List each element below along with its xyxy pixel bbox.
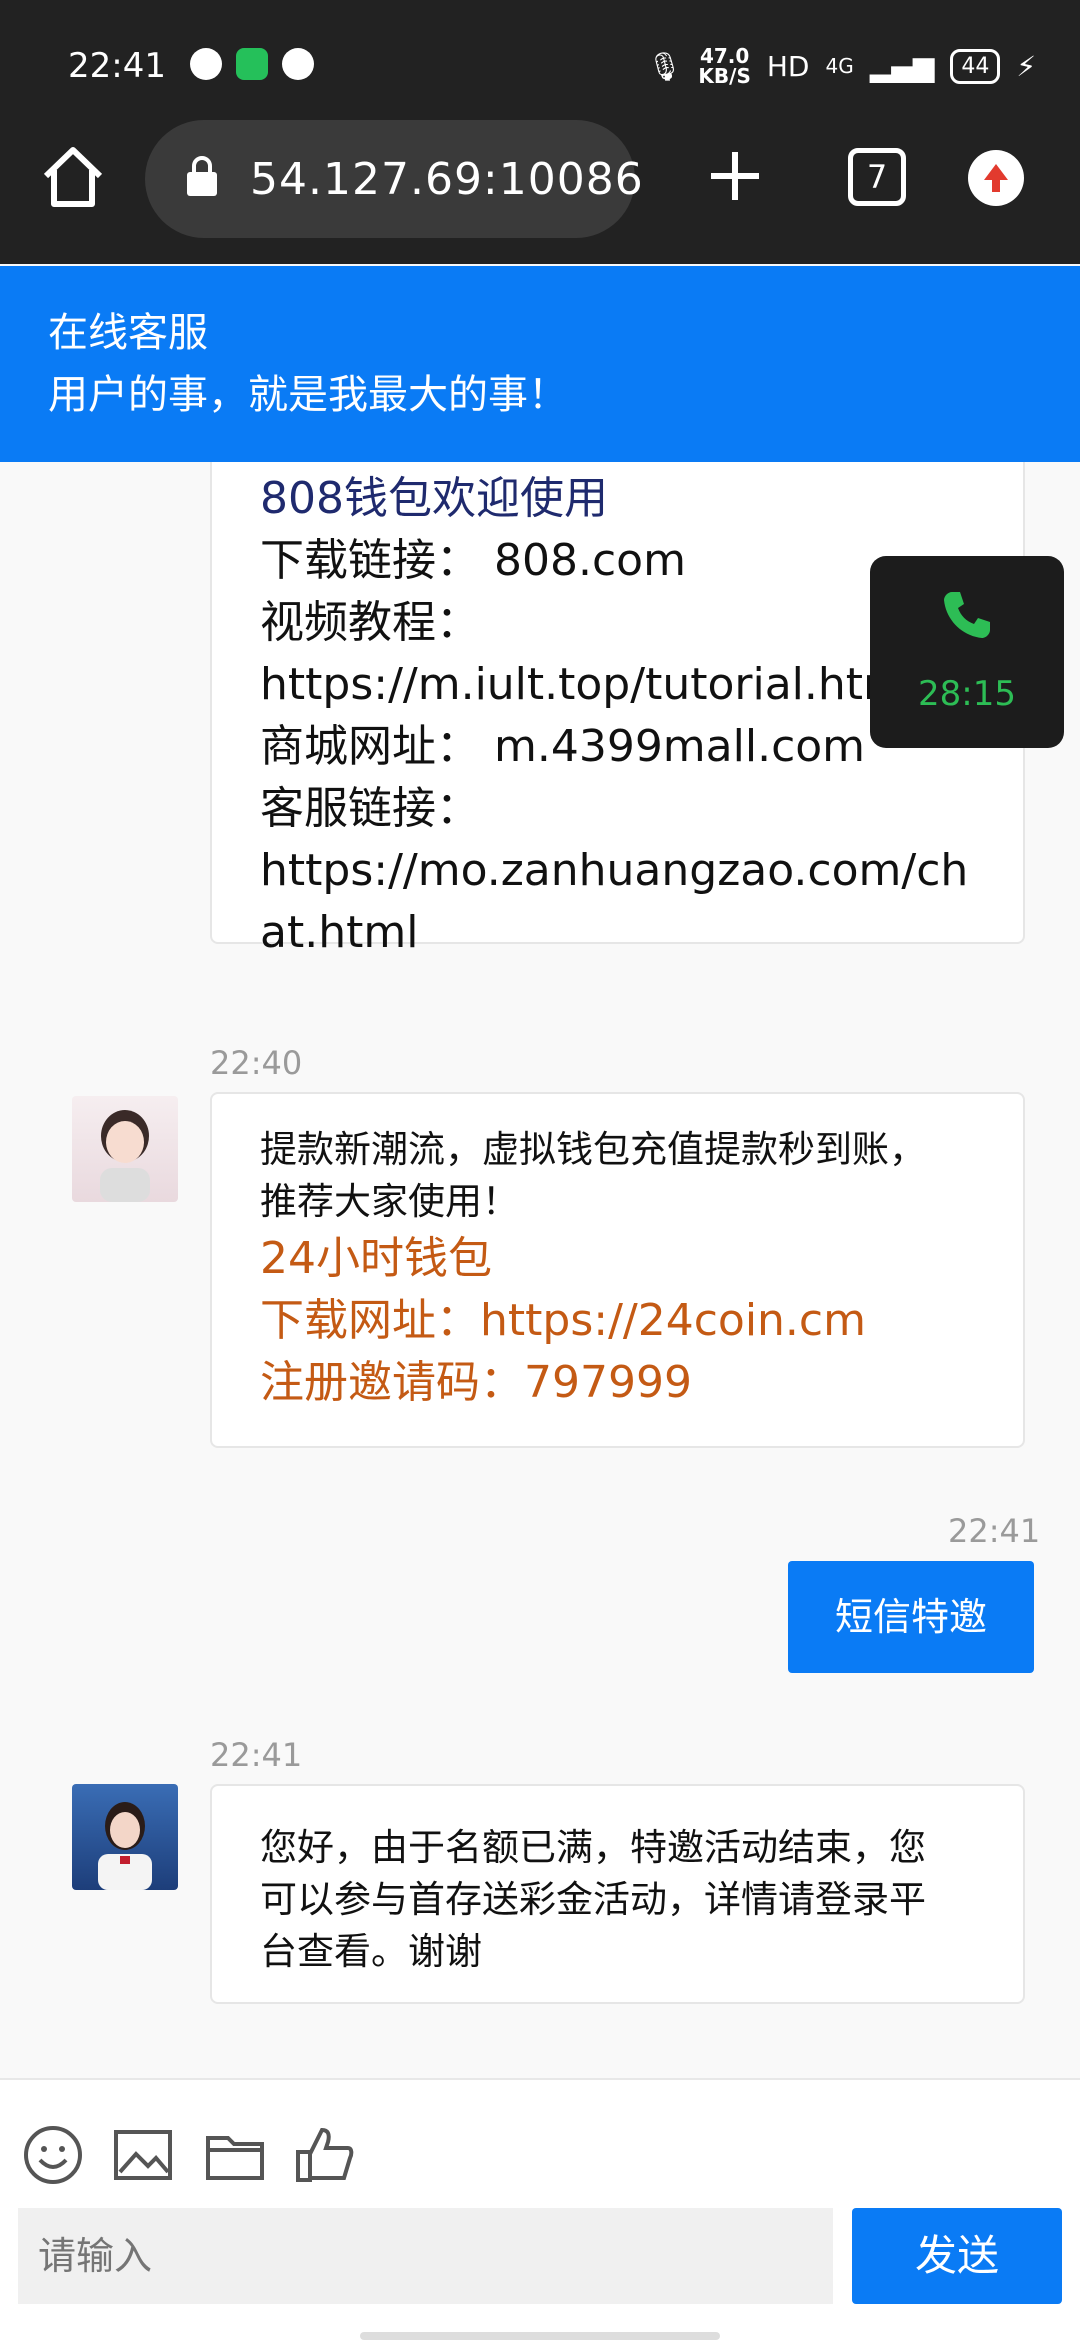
message-line: 台查看。谢谢	[260, 1930, 482, 1973]
browser-toolbar: 54.127.69:10086 7	[0, 120, 1080, 264]
message-line: 可以参与首存送彩金活动，详情请登录平	[260, 1878, 926, 1921]
header-subtitle: 用户的事，就是我最大的事！	[48, 372, 568, 418]
signal-bars-icon: ▂▄▆	[869, 49, 935, 83]
lock-icon	[187, 156, 217, 196]
highlight-line: 24小时钱包	[260, 1233, 492, 1284]
network-speed: 47.0 KB/S	[698, 46, 750, 86]
emoji-icon[interactable]	[22, 2124, 84, 2186]
message-line: 您好，由于名额已满，特邀活动结束，您	[260, 1826, 926, 1869]
home-icon[interactable]	[38, 142, 108, 212]
new-tab-icon[interactable]	[705, 146, 765, 206]
message-line: 808钱包欢迎使用	[260, 473, 608, 524]
highlight-line: 下载网址：https://24coin.cm	[260, 1295, 866, 1346]
header-title: 在线客服	[48, 310, 208, 356]
avatar[interactable]	[72, 1784, 178, 1890]
signal-indicator: 4G	[825, 54, 854, 78]
message-timestamp: 22:41	[948, 1512, 1041, 1550]
speed-value: 47.0	[699, 44, 750, 68]
message-app-icon	[236, 48, 268, 80]
speed-unit: KB/S	[698, 64, 751, 88]
message-timestamp: 22:41	[210, 1736, 303, 1774]
image-icon[interactable]	[112, 2124, 174, 2186]
url-text: 54.127.69:10086	[250, 154, 644, 205]
call-duration: 28:15	[918, 674, 1016, 714]
thumbs-up-icon[interactable]	[294, 2124, 356, 2186]
send-button[interactable]: 发送	[852, 2208, 1062, 2304]
folder-icon[interactable]	[204, 2124, 266, 2186]
microphone-icon: 🎙	[646, 49, 683, 83]
home-indicator	[360, 2332, 720, 2340]
avatar-photo	[98, 1802, 152, 1890]
message-line: https://mo.zanhuangzao.com/ch	[260, 845, 969, 896]
status-right: 🎙 47.0 KB/S HD 4G ▂▄▆ 44 ⚡	[647, 46, 1036, 86]
address-bar[interactable]: 54.127.69:10086	[145, 120, 643, 238]
phone-icon	[944, 592, 990, 638]
message-timestamp: 22:40	[210, 1044, 303, 1082]
status-bar: 22:41 🎙 47.0 KB/S HD 4G ▂▄▆ 44 ⚡	[0, 0, 1080, 120]
message-line: 客服链接：	[260, 783, 480, 834]
charging-icon: ⚡	[1016, 49, 1036, 83]
message-input[interactable]	[18, 2208, 833, 2304]
upload-icon[interactable]	[968, 150, 1024, 206]
composer: 发送	[0, 2078, 1080, 2342]
tab-switcher-button[interactable]: 7	[848, 148, 906, 206]
call-widget[interactable]: 28:15	[870, 556, 1064, 748]
message-line: at.html	[260, 907, 419, 958]
hd-indicator: HD	[766, 49, 810, 83]
message-line: 推荐大家使用！	[260, 1180, 519, 1223]
highlight-line: 注册邀请码：797999	[260, 1357, 692, 1408]
avatar-illustration	[100, 1110, 150, 1202]
battery-indicator: 44	[950, 48, 1001, 84]
wechat-icon	[282, 48, 314, 80]
globe-icon	[190, 48, 222, 80]
avatar[interactable]	[72, 1096, 178, 1202]
chat-header: 在线客服 用户的事，就是我最大的事！	[0, 266, 1080, 462]
message-bubble: 您好，由于名额已满，特邀活动结束，您 可以参与首存送彩金活动，详情请登录平 台查…	[210, 1784, 1025, 2004]
sent-message-bubble: 短信特邀	[788, 1561, 1034, 1673]
message-line: 提款新潮流，虚拟钱包充值提款秒到账，	[260, 1128, 926, 1171]
message-bubble: 提款新潮流，虚拟钱包充值提款秒到账， 推荐大家使用！ 24小时钱包 下载网址：h…	[210, 1092, 1025, 1448]
arrow-up-icon	[984, 164, 1008, 192]
status-time: 22:41	[68, 46, 166, 86]
notification-icons	[190, 48, 314, 80]
